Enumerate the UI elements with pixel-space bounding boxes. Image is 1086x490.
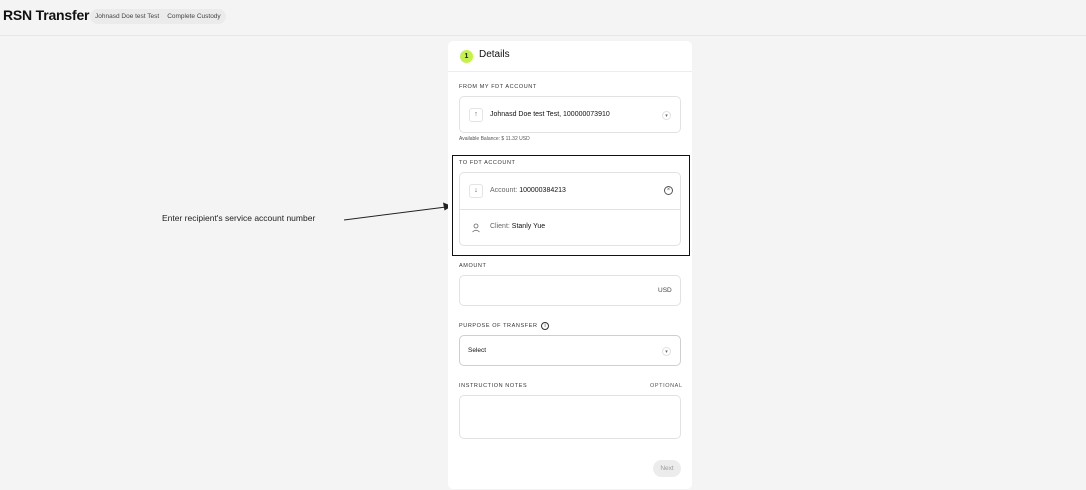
step-header: 1 Details	[448, 41, 692, 72]
from-account-label: FROM MY FDT ACCOUNT	[459, 84, 537, 90]
instruction-notes-label: INSTRUCTION NOTES	[459, 383, 528, 389]
instruction-notes-textarea[interactable]	[459, 395, 681, 439]
next-button[interactable]: Next	[653, 460, 681, 477]
chevron-down-icon: ▾	[662, 347, 671, 356]
step-title: Details	[479, 49, 510, 60]
purpose-label: PURPOSE OF TRANSFER	[459, 323, 538, 329]
annotation-arrow	[343, 202, 452, 221]
available-balance: Available Balance: $ 11.32 USD	[459, 136, 530, 142]
purpose-select[interactable]: Select ▾	[459, 335, 681, 366]
arrow-up-icon: ↑	[469, 108, 483, 122]
currency-label: USD	[658, 287, 672, 294]
custody-label: Complete Custody	[167, 13, 221, 20]
account-context-pill[interactable]: Johnasd Doe test Test Complete Custody	[90, 9, 226, 24]
info-icon[interactable]: i	[541, 322, 549, 330]
chevron-down-icon: ▾	[662, 111, 671, 120]
highlight-box	[452, 155, 690, 256]
amount-label: AMOUNT	[459, 263, 487, 269]
from-account-select[interactable]: ↑ Johnasd Doe test Test, 100000073910 ▾	[459, 96, 681, 133]
top-bar: RSN Transfer Johnasd Doe test Test Comple…	[0, 0, 1086, 36]
page-title: RSN Transfer	[3, 7, 90, 23]
purpose-label-text: PURPOSE OF TRANSFER	[459, 323, 538, 329]
purpose-value: Select	[468, 347, 487, 354]
transfer-form-card: 1 Details FROM MY FDT ACCOUNT ↑ Johnasd …	[448, 41, 692, 489]
optional-label: OPTIONAL	[650, 383, 683, 389]
account-name: Johnasd Doe test Test	[95, 13, 160, 20]
step-number-badge: 1	[460, 50, 473, 63]
annotation-text: Enter recipient's service account number	[162, 213, 316, 223]
from-account-value: Johnasd Doe test Test, 100000073910	[490, 111, 610, 118]
amount-input[interactable]: USD	[459, 275, 681, 306]
